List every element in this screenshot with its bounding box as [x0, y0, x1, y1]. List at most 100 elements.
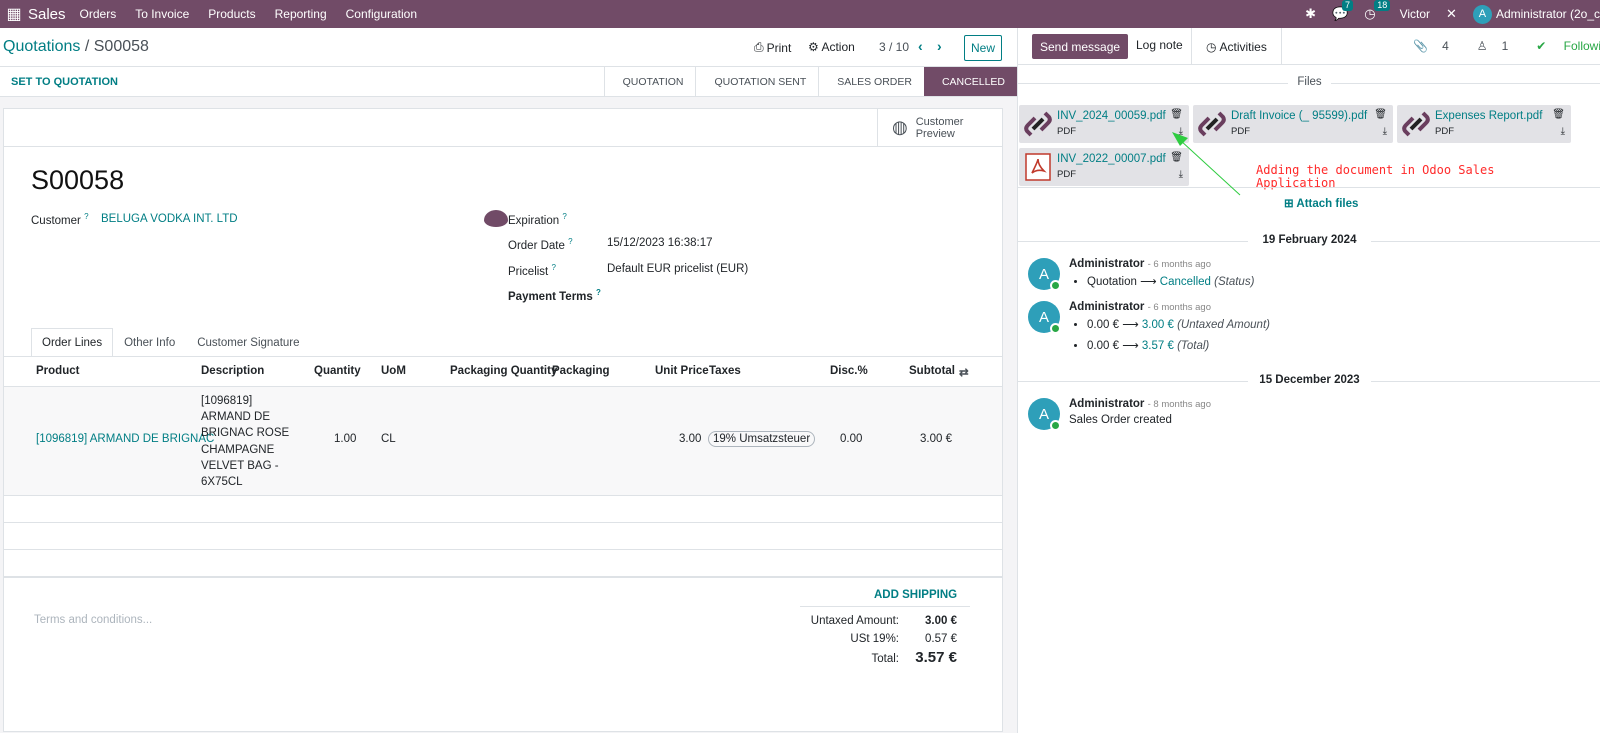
menu-to-invoice[interactable]: To Invoice	[135, 7, 189, 21]
col-subtotal[interactable]: Subtotal	[909, 365, 955, 377]
print-label: Print	[766, 40, 792, 55]
order-date-field[interactable]: 15/12/2023 16:38:17	[607, 237, 713, 249]
line-uom[interactable]: CL	[381, 433, 396, 445]
attach-files-button[interactable]: ⊞ Attach files	[1284, 196, 1358, 210]
pager-value[interactable]: 3 / 10	[879, 40, 909, 54]
attachment-name[interactable]: Draft Invoice (_ 95599).pdf	[1231, 110, 1367, 122]
help-tooltip[interactable]: ?	[84, 212, 88, 221]
help-tooltip[interactable]: ?	[562, 212, 566, 221]
trash-icon[interactable]: 🗑	[1170, 109, 1183, 120]
attachment-type: PDF	[1435, 126, 1454, 137]
trash-icon[interactable]: 🗑	[1170, 152, 1183, 163]
col-unit-price[interactable]: Unit Price	[655, 365, 709, 377]
message-author[interactable]: Administrator	[1069, 258, 1144, 270]
attachment-name[interactable]: INV_2024_00059.pdf	[1057, 110, 1166, 122]
customer-field[interactable]: BELUGA VODKA INT. LTD	[101, 213, 238, 225]
following-button[interactable]: ✔ Followi	[1522, 39, 1600, 53]
print-button[interactable]: ⎙ Print	[754, 40, 791, 55]
help-tooltip[interactable]: ?	[568, 237, 572, 246]
messages-icon[interactable]: 💬 7	[1332, 0, 1354, 22]
col-quantity[interactable]: Quantity	[314, 365, 361, 377]
company-switcher[interactable]: Victor	[1400, 7, 1430, 21]
tab-order-lines[interactable]: Order Lines	[31, 328, 114, 357]
trash-icon[interactable]: 🗑	[1552, 109, 1565, 120]
pricelist-field[interactable]: Default EUR pricelist (EUR)	[607, 263, 748, 275]
attachments-button[interactable]: 📎 4	[1399, 39, 1449, 53]
action-button[interactable]: ⚙ Action	[808, 40, 855, 54]
log-note-button[interactable]: Log note	[1136, 38, 1183, 52]
attachment-name[interactable]: INV_2022_00007.pdf	[1057, 153, 1166, 165]
line-unit-price[interactable]: 3.00	[679, 433, 701, 445]
add-shipping-button[interactable]: ADD SHIPPING	[874, 589, 957, 601]
table-row[interactable]: [1096819] ARMAND DE BRIGNAC [1096819] AR…	[4, 387, 1002, 496]
expiration-marker	[484, 210, 508, 227]
col-product[interactable]: Product	[36, 365, 79, 377]
followers-button[interactable]: ♙ 1	[1463, 39, 1508, 53]
message-author[interactable]: Administrator	[1069, 398, 1144, 410]
apps-menu-icon[interactable]: ▦	[0, 0, 28, 28]
breadcrumb: Quotations / S00058	[3, 38, 149, 56]
new-button[interactable]: New	[964, 35, 1002, 61]
app-name[interactable]: Sales	[28, 6, 66, 23]
optional-columns-toggle-icon[interactable]: ⇄	[959, 365, 969, 379]
line-description[interactable]: [1096819] ARMAND DE BRIGNAC ROSE CHAMPAG…	[201, 393, 289, 490]
tab-other-info[interactable]: Other Info	[113, 328, 186, 357]
expiration-label: Expiration ?	[508, 212, 567, 227]
attachment-card[interactable]: INV_2024_00059.pdf PDF 🗑 ⤓	[1019, 105, 1189, 143]
tracking-old-value: Quotation	[1087, 276, 1137, 288]
menu-orders[interactable]: Orders	[80, 7, 117, 21]
breadcrumb-quotations[interactable]: Quotations	[3, 38, 80, 55]
menu-reporting[interactable]: Reporting	[275, 7, 327, 21]
chatter-topbar: Send message Log note ◷ Activities 📎 4 ♙ 1 …	[1018, 28, 1600, 65]
col-packaging-quantity[interactable]: Packaging Quantity	[450, 365, 557, 377]
help-tooltip[interactable]: ?	[551, 263, 555, 272]
download-icon[interactable]: ⤓	[1179, 126, 1183, 137]
activities-clock-icon[interactable]: ◷ 18	[1364, 0, 1391, 22]
set-to-quotation-button[interactable]: SET TO QUOTATION	[11, 76, 118, 88]
pager-previous-icon[interactable]: ‹	[918, 38, 923, 54]
menu-products[interactable]: Products	[208, 7, 255, 21]
menu-configuration[interactable]: Configuration	[346, 7, 417, 21]
description-line: [1096819]	[201, 395, 253, 407]
pager-next-icon[interactable]: ›	[937, 38, 942, 54]
untaxed-label: Untaxed Amount:	[810, 615, 899, 627]
attachment-card[interactable]: INV_2022_00007.pdf PDF 🗑 ⤓	[1019, 148, 1189, 186]
line-discount[interactable]: 0.00	[840, 433, 862, 445]
stage-sales-order[interactable]: SALES ORDER	[818, 67, 924, 96]
attachment-card[interactable]: Expenses Report.pdf PDF 🗑 ⤓	[1397, 105, 1571, 143]
customer-preview-button[interactable]: ◍ Customer Preview	[877, 109, 1002, 146]
download-icon[interactable]: ⤓	[1383, 126, 1387, 137]
line-product[interactable]: [1096819] ARMAND DE BRIGNAC	[36, 433, 214, 445]
attachment-name[interactable]: Expenses Report.pdf	[1435, 110, 1542, 122]
stage-cancelled[interactable]: CANCELLED	[923, 67, 1017, 96]
col-description[interactable]: Description	[201, 365, 264, 377]
user-menu[interactable]: A Administrator (2o_c	[1472, 4, 1600, 24]
download-icon[interactable]: ⤓	[1561, 126, 1565, 137]
followers-count: 1	[1501, 39, 1509, 53]
stage-quotation[interactable]: QUOTATION	[603, 67, 696, 96]
col-discount[interactable]: Disc.%	[830, 365, 868, 377]
description-line: BRIGNAC ROSE	[201, 427, 290, 440]
link-icon	[1196, 108, 1228, 140]
send-message-button[interactable]: Send message	[1032, 34, 1129, 59]
col-uom[interactable]: UoM	[381, 365, 406, 377]
tools-icon[interactable]: ✕	[1446, 6, 1457, 22]
attachment-card[interactable]: Draft Invoice (_ 95599).pdf PDF 🗑 ⤓	[1193, 105, 1393, 143]
trash-icon[interactable]: 🗑	[1374, 109, 1387, 120]
line-tax-badge[interactable]: 19% Umsatzsteuer	[708, 431, 816, 447]
divider	[4, 146, 1002, 147]
col-packaging[interactable]: Packaging	[552, 365, 610, 377]
debug-bug-icon[interactable]: ✱	[1305, 6, 1316, 22]
line-quantity[interactable]: 1.00	[334, 433, 356, 445]
message-author[interactable]: Administrator	[1069, 301, 1144, 313]
terms-input[interactable]: Terms and conditions...	[34, 614, 152, 626]
help-tooltip[interactable]: ?	[596, 288, 601, 297]
order-name: S00058	[31, 165, 125, 195]
col-taxes[interactable]: Taxes	[709, 365, 741, 377]
activities-button[interactable]: ◷ Activities	[1191, 28, 1282, 65]
tab-customer-signature[interactable]: Customer Signature	[186, 328, 310, 357]
stage-quotation-sent[interactable]: QUOTATION SENT	[695, 67, 818, 96]
download-icon[interactable]: ⤓	[1179, 169, 1183, 180]
pricelist-label: Pricelist ?	[508, 263, 556, 278]
user-name: Administrator (2o_c	[1495, 7, 1600, 21]
